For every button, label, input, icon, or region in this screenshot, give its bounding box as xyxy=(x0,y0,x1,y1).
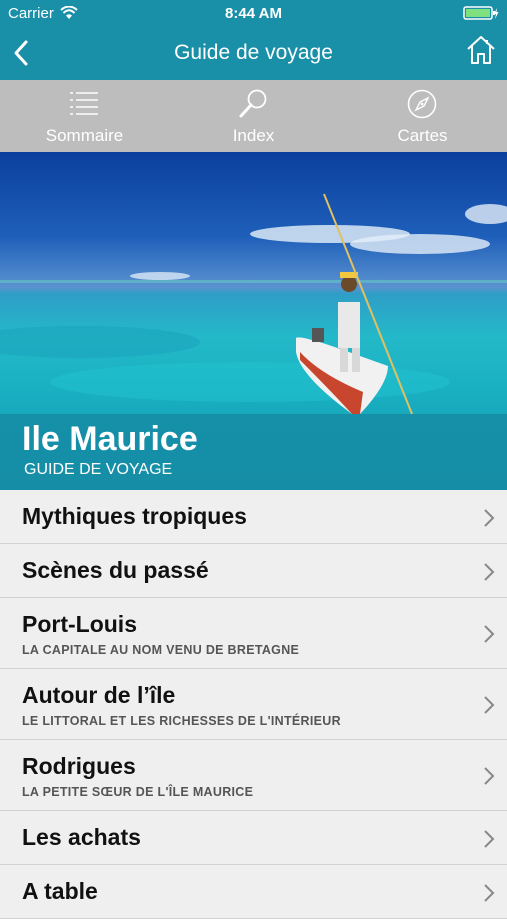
hero-banner: Ile Maurice GUIDE DE VOYAGE xyxy=(0,152,507,490)
home-icon[interactable] xyxy=(465,34,497,66)
hero-title: Ile Maurice xyxy=(22,420,198,458)
nav-bar: Guide de voyage xyxy=(0,28,507,80)
compass-icon xyxy=(407,89,437,119)
hero-subtitle: GUIDE DE VOYAGE xyxy=(24,461,173,478)
toolbar: Sommaire Index Cartes xyxy=(0,80,507,152)
section-title: Scènes du passé xyxy=(22,557,209,583)
chevron-right-icon xyxy=(484,625,495,643)
section-title: Les achats xyxy=(22,824,141,850)
section-title: Autour de l’île xyxy=(22,682,176,708)
tab-cartes-label: Cartes xyxy=(397,126,448,145)
section-list: Mythiques tropiques Scènes du passé Port… xyxy=(0,490,507,919)
section-row-port-louis[interactable]: Port-Louis LA CAPITALE AU NOM VENU DE BR… xyxy=(0,598,507,669)
chevron-right-icon xyxy=(484,696,495,714)
tab-sommaire-label: Sommaire xyxy=(45,126,124,145)
section-subtitle: LE LITTORAL ET LES RICHESSES DE L'INTÉRI… xyxy=(22,714,341,728)
section-row-rodrigues[interactable]: Rodrigues LA PETITE SŒUR DE L'ÎLE MAURIC… xyxy=(0,740,507,811)
section-title: Rodrigues xyxy=(22,753,136,779)
list-icon xyxy=(70,92,98,115)
chevron-right-icon xyxy=(484,767,495,785)
page-title: Guide de voyage xyxy=(174,41,333,64)
chevron-right-icon xyxy=(484,830,495,848)
tab-index[interactable]: Index xyxy=(169,80,338,152)
tab-index-label: Index xyxy=(232,126,275,145)
clock: 8:44 AM xyxy=(225,5,282,22)
section-row-mythiques-tropiques[interactable]: Mythiques tropiques xyxy=(0,490,507,544)
section-row-a-table[interactable]: A table xyxy=(0,865,507,919)
status-bar: Carrier 8:44 AM xyxy=(0,0,507,28)
section-row-autour-de-l-ile[interactable]: Autour de l’île LE LITTORAL ET LES RICHE… xyxy=(0,669,507,740)
tab-cartes[interactable]: Cartes xyxy=(338,80,507,152)
tab-sommaire[interactable]: Sommaire xyxy=(0,80,169,152)
section-title: Mythiques tropiques xyxy=(22,503,247,529)
chevron-right-icon xyxy=(484,509,495,527)
magnifier-icon xyxy=(239,89,267,118)
chevron-right-icon xyxy=(484,884,495,902)
section-subtitle: LA PETITE SŒUR DE L'ÎLE MAURICE xyxy=(22,785,254,799)
section-row-scenes-du-passe[interactable]: Scènes du passé xyxy=(0,544,507,598)
section-title: Port-Louis xyxy=(22,611,137,637)
section-title: A table xyxy=(22,878,98,904)
chevron-right-icon xyxy=(484,563,495,581)
section-subtitle: LA CAPITALE AU NOM VENU DE BRETAGNE xyxy=(22,643,300,657)
section-row-les-achats[interactable]: Les achats xyxy=(0,811,507,865)
battery-icon xyxy=(463,6,499,20)
